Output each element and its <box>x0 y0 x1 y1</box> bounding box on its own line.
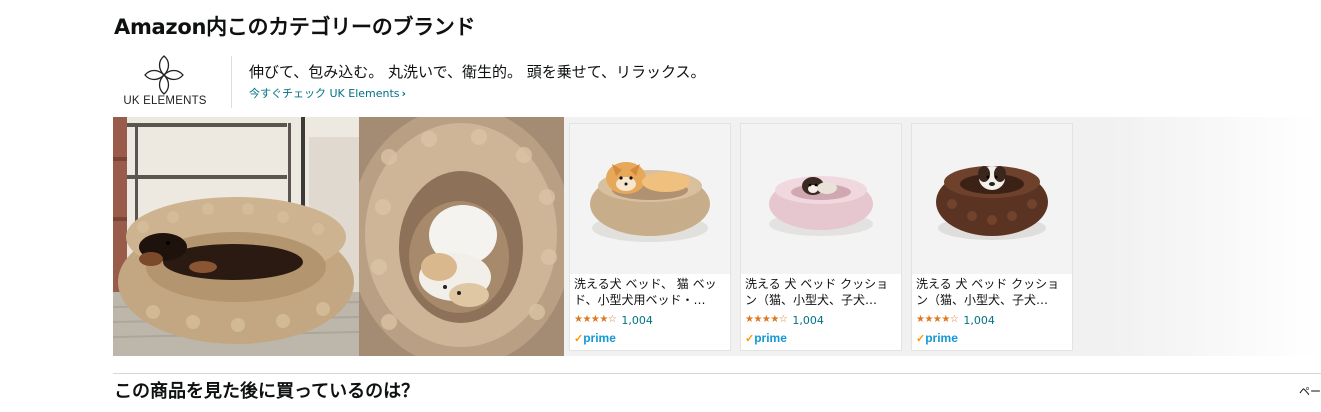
product-rating[interactable]: ★★★★☆ 1,004 <box>916 313 995 327</box>
product-rating[interactable]: ★★★★☆ 1,004 <box>745 313 824 327</box>
rating-count[interactable]: 1,004 <box>792 314 824 327</box>
product-image[interactable] <box>912 124 1072 274</box>
prime-check-icon: ✓ <box>574 333 584 345</box>
section-divider <box>113 373 1321 374</box>
brand-showcase: 洗える犬 ベッド、 猫 ベッド、小型犬用ベッド・… ★★★★☆ 1,004 ✓p… <box>113 117 1321 356</box>
lifestyle-image-dachshund[interactable] <box>113 117 359 356</box>
page-indicator: ペー <box>1299 385 1321 398</box>
star-rating-icon: ★★★★☆ <box>916 314 959 325</box>
prime-badge: ✓prime <box>916 331 958 345</box>
prime-check-icon: ✓ <box>916 333 926 345</box>
product-card[interactable]: 洗える 犬 ベッド クッション（猫、小型犬、子犬… ★★★★☆ 1,004 ✓p… <box>740 123 902 351</box>
four-petal-flower-icon <box>144 55 184 95</box>
star-rating-icon: ★★★★☆ <box>574 314 617 325</box>
prime-badge: ✓prime <box>574 331 616 345</box>
brand-banner: UK ELEMENTS 伸びて、包み込む。 丸洗いで、衛生的。 頭を乗せて、リラ… <box>113 52 1321 114</box>
star-rating-icon: ★★★★☆ <box>745 314 788 325</box>
product-image[interactable] <box>741 124 901 274</box>
lifestyle-image-cat-dog[interactable] <box>359 117 564 356</box>
prime-badge: ✓prime <box>745 331 787 345</box>
prime-label: prime <box>925 331 958 345</box>
chevron-right-icon: › <box>401 87 407 100</box>
product-title[interactable]: 洗える犬 ベッド、 猫 ベッド、小型犬用ベッド・… <box>574 276 728 310</box>
prime-check-icon: ✓ <box>745 333 755 345</box>
bottom-section-title: この商品を見た後に買っているのは？ <box>114 381 420 402</box>
prime-label: prime <box>583 331 616 345</box>
rating-count[interactable]: 1,004 <box>963 314 995 327</box>
brand-link-label: 今すぐチェック UK Elements <box>249 87 400 100</box>
section-title: Amazon内このカテゴリーのブランド <box>114 15 476 39</box>
brand-logo[interactable]: UK ELEMENTS <box>113 52 217 110</box>
brand-logo-text: UK ELEMENTS <box>123 95 207 107</box>
product-carousel: 洗える犬 ベッド、 猫 ベッド、小型犬用ベッド・… ★★★★☆ 1,004 ✓p… <box>564 117 1321 356</box>
product-title[interactable]: 洗える 犬 ベッド クッション（猫、小型犬、子犬… <box>916 276 1070 310</box>
product-card[interactable]: 洗える犬 ベッド、 猫 ベッド、小型犬用ベッド・… ★★★★☆ 1,004 ✓p… <box>569 123 731 351</box>
brand-headline: 伸びて、包み込む。 丸洗いで、衛生的。 頭を乗せて、リラックス。 <box>249 63 706 81</box>
product-image[interactable] <box>570 124 730 274</box>
product-card[interactable]: 洗える 犬 ベッド クッション（猫、小型犬、子犬… ★★★★☆ 1,004 ✓p… <box>911 123 1073 351</box>
product-rating[interactable]: ★★★★☆ 1,004 <box>574 313 653 327</box>
prime-label: prime <box>754 331 787 345</box>
divider <box>231 56 232 108</box>
rating-count[interactable]: 1,004 <box>621 314 653 327</box>
brand-store-link[interactable]: 今すぐチェック UK Elements › <box>249 85 406 101</box>
product-title[interactable]: 洗える 犬 ベッド クッション（猫、小型犬、子犬… <box>745 276 899 310</box>
